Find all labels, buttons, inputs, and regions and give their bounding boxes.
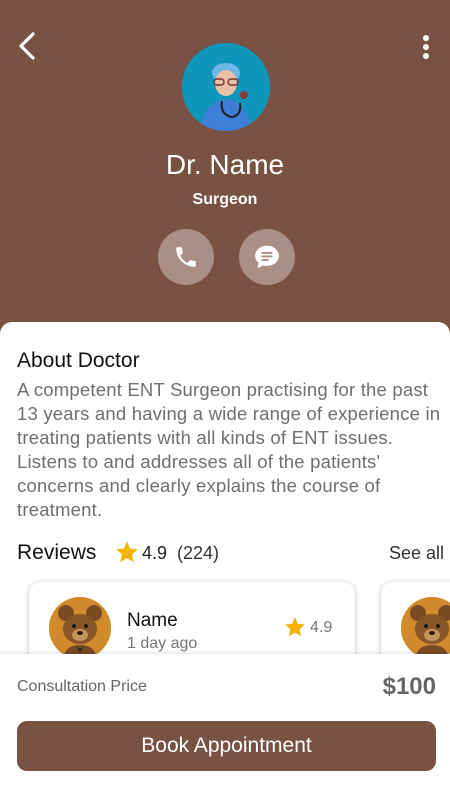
back-button[interactable] — [12, 30, 44, 62]
more-vertical-icon — [423, 35, 429, 59]
teddy-bear-icon — [401, 597, 450, 659]
profile-header: Dr. Name Surgeon — [0, 0, 450, 340]
reviews-heading: Reviews — [17, 541, 97, 564]
about-description: A competent ENT Surgeon practising for t… — [17, 379, 441, 520]
doctor-role: Surgeon — [192, 191, 258, 208]
star-icon — [116, 541, 138, 563]
star-icon — [285, 617, 305, 637]
doctor-avatar — [182, 43, 270, 131]
review-count: (224) — [177, 543, 220, 563]
call-button[interactable] — [158, 229, 214, 285]
about-heading: About Doctor — [17, 349, 140, 372]
see-all-reviews-link[interactable]: See all — [389, 541, 444, 565]
review-rating: 4.9 — [310, 619, 333, 636]
chat-bubble-icon — [255, 245, 279, 269]
reviewer-name: Name — [127, 610, 178, 631]
doctor-photo-icon — [182, 43, 270, 131]
more-options-button[interactable] — [414, 32, 438, 62]
doctor-name: Dr. Name — [165, 149, 285, 180]
reviewer-avatar — [49, 597, 111, 659]
review-time: 1 day ago — [127, 635, 198, 652]
phone-icon — [176, 247, 196, 267]
average-rating: 4.9 — [142, 543, 168, 563]
price-label: Consultation Price — [17, 678, 147, 695]
book-appointment-button[interactable]: Book Appointment — [17, 721, 436, 771]
teddy-bear-icon — [49, 597, 111, 659]
reviewer-avatar — [401, 597, 450, 659]
price-value: $100 — [382, 673, 436, 700]
chat-button[interactable] — [239, 229, 295, 285]
chevron-left-icon — [19, 32, 35, 60]
